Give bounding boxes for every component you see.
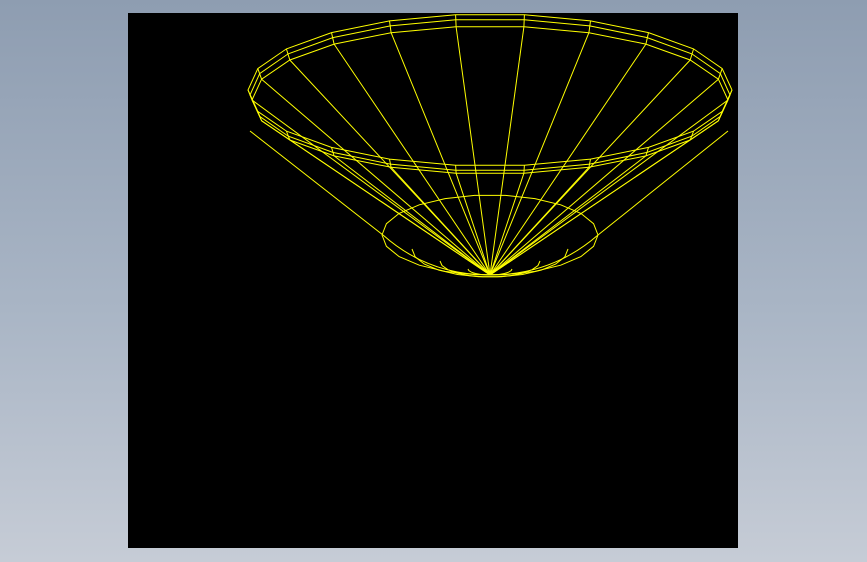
rim-edge — [455, 165, 457, 174]
inner-ring-1-back — [381, 194, 599, 236]
radial-line — [489, 26, 525, 276]
rim-edge — [389, 159, 392, 168]
radial-line — [289, 59, 491, 276]
rim-edge — [588, 20, 591, 33]
rim-edge — [588, 159, 591, 168]
radial-line — [261, 78, 491, 276]
radial-line — [489, 43, 647, 276]
rim-edge — [389, 20, 392, 33]
model-viewport[interactable] — [128, 13, 738, 548]
radial-line — [455, 173, 491, 276]
rim-edge — [523, 165, 525, 174]
radial-line — [455, 26, 491, 276]
rim-ring-outer — [247, 14, 733, 166]
radial-line — [333, 43, 491, 276]
bowl-wireframe — [247, 14, 733, 278]
rim-edge — [455, 14, 457, 27]
rim-edge — [523, 14, 525, 27]
radial-line — [489, 59, 691, 276]
radial-line — [489, 78, 719, 276]
rim-ring-inner — [251, 26, 729, 174]
radial-line — [489, 173, 525, 276]
